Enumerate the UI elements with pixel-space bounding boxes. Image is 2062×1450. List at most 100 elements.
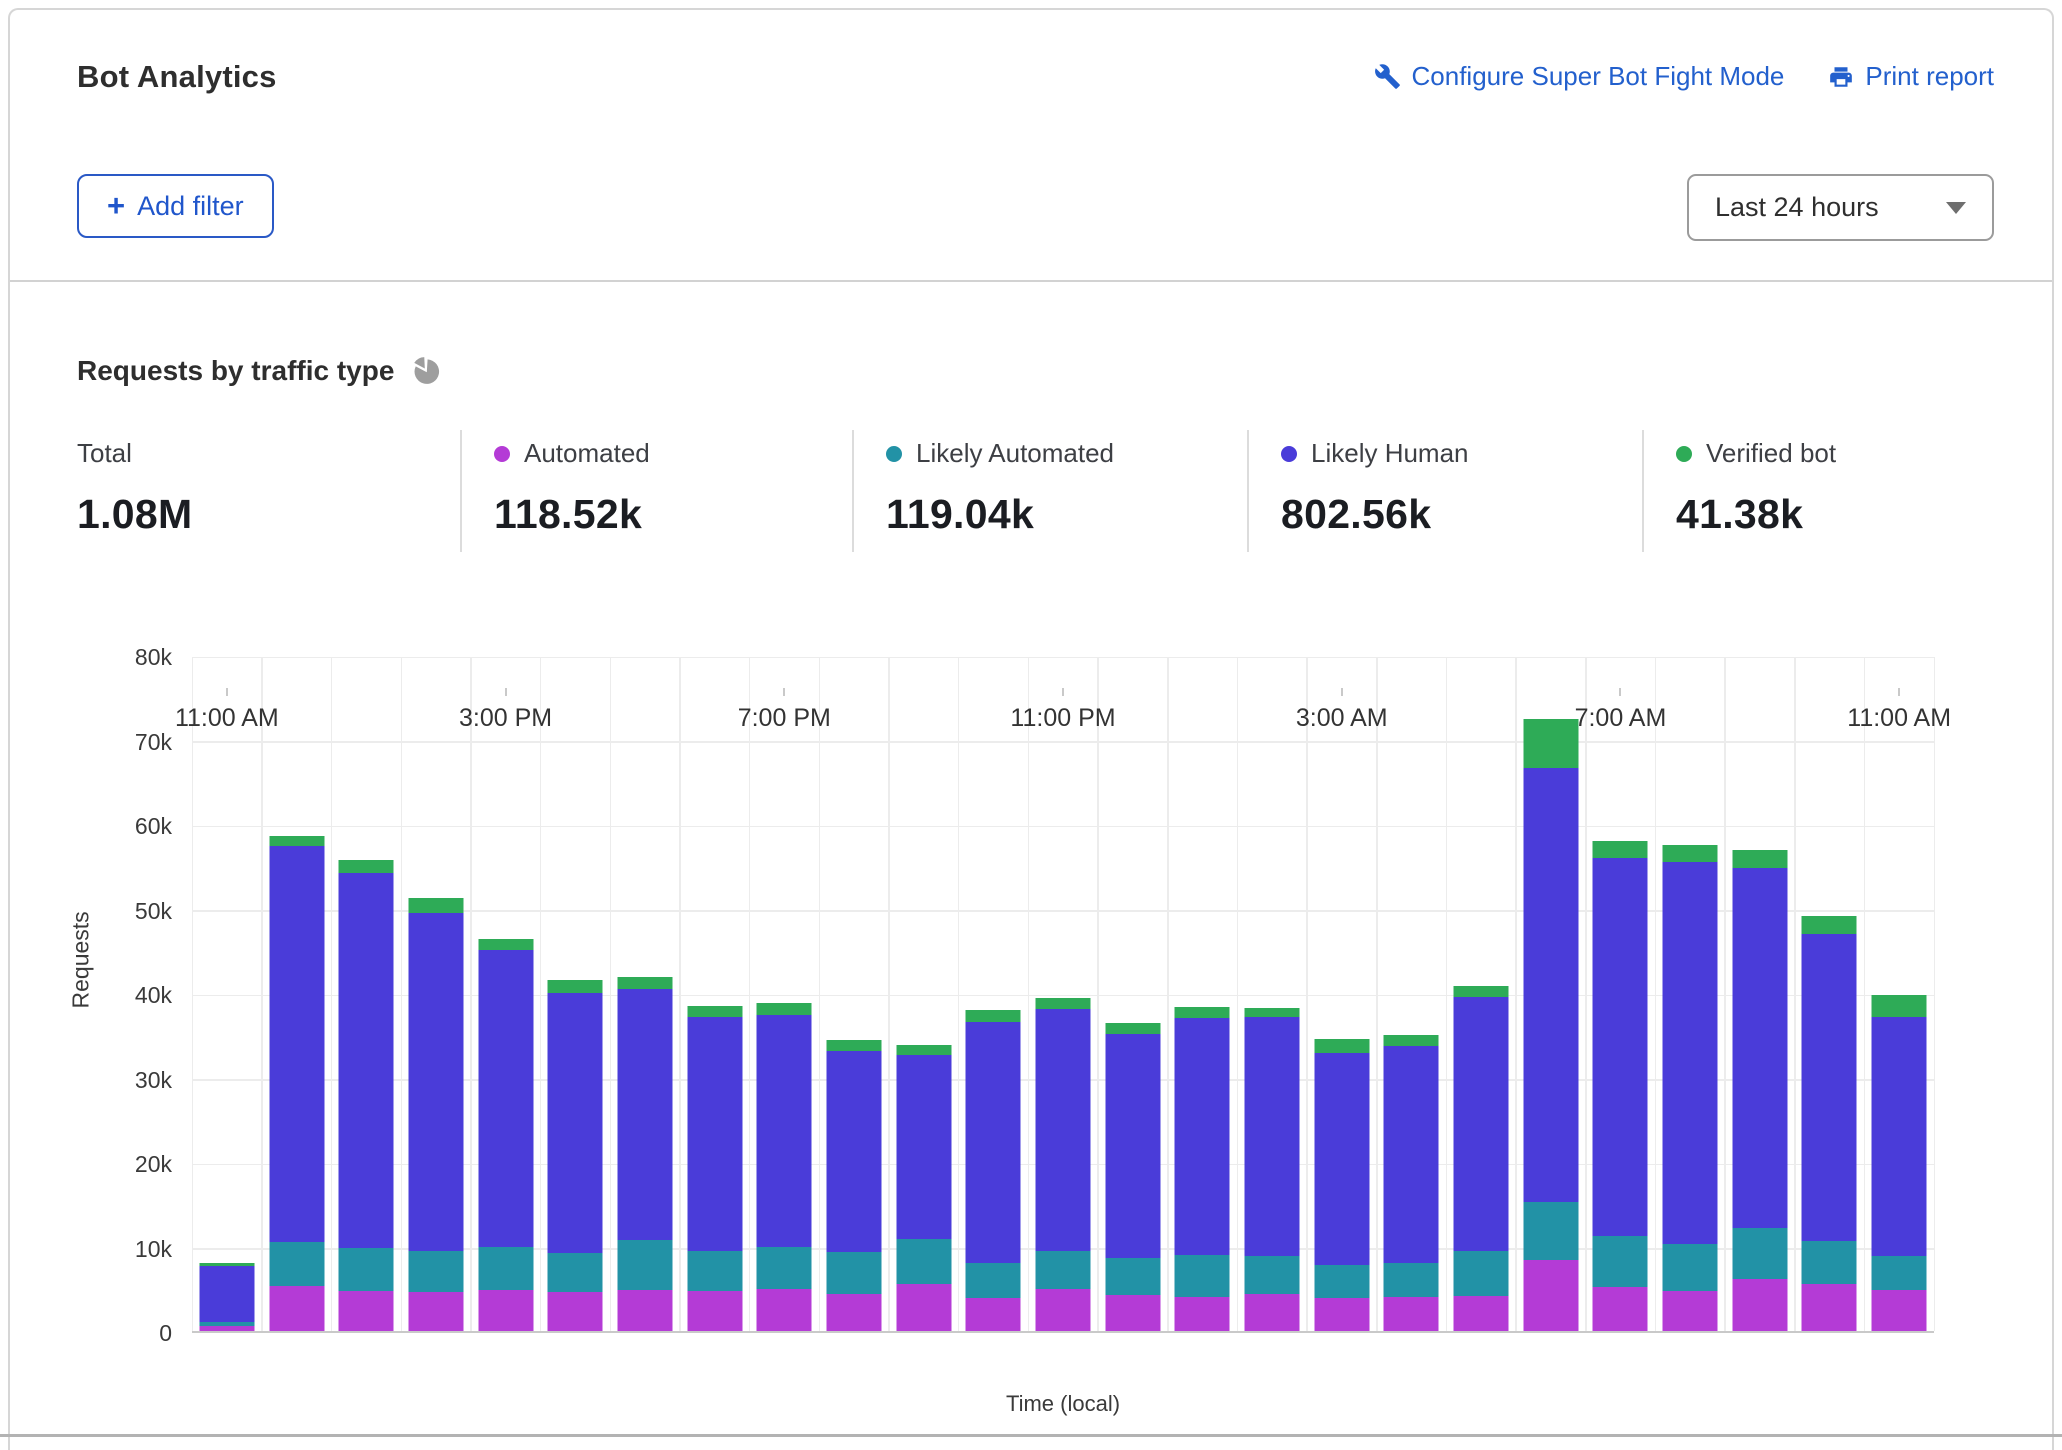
bar-segment-automated — [617, 1290, 672, 1331]
bar-stack — [548, 980, 603, 1331]
bar-stack — [1872, 995, 1927, 1331]
bar-segment-likely-human — [1732, 868, 1787, 1228]
bar-stack — [199, 1263, 254, 1331]
bar-segment-automated — [339, 1291, 394, 1331]
bar-segment-verified-bot — [339, 860, 394, 874]
bar-segment-automated — [826, 1294, 881, 1331]
bar-column[interactable] — [1864, 657, 1934, 1331]
bar-column[interactable] — [1725, 657, 1795, 1331]
bar-column[interactable] — [610, 657, 680, 1331]
bar-stack — [269, 836, 324, 1331]
y-axis-tick-label: 20k — [10, 1151, 172, 1178]
bar-column[interactable] — [1446, 657, 1516, 1331]
bar-stack — [757, 1003, 812, 1331]
bar-segment-verified-bot — [1175, 1007, 1230, 1018]
bar-segment-verified-bot — [1105, 1023, 1160, 1033]
bar-column[interactable] — [749, 657, 819, 1331]
bar-segment-automated — [199, 1326, 254, 1331]
bar-segment-automated — [408, 1292, 463, 1331]
bar-column[interactable] — [958, 657, 1028, 1331]
bar-segment-likely-automated — [1035, 1251, 1090, 1289]
bar-column[interactable] — [1655, 657, 1725, 1331]
bar-segment-automated — [1732, 1279, 1787, 1331]
bar-segment-automated — [548, 1292, 603, 1331]
bar-segment-likely-automated — [1663, 1244, 1718, 1291]
bar-segment-likely-human — [1523, 768, 1578, 1201]
bar-column[interactable] — [401, 657, 471, 1331]
section-bottom-divider — [0, 1434, 2062, 1437]
bar-column[interactable] — [262, 657, 332, 1331]
bar-segment-likely-automated — [1872, 1256, 1927, 1291]
bar-segment-likely-human — [757, 1015, 812, 1247]
bar-segment-verified-bot — [826, 1040, 881, 1051]
bar-column[interactable] — [540, 657, 610, 1331]
x-axis-tick — [1341, 688, 1343, 696]
bar-segment-likely-human — [966, 1022, 1021, 1264]
bar-segment-likely-human — [1175, 1018, 1230, 1255]
bar-segment-likely-human — [1872, 1017, 1927, 1256]
x-axis-tick — [1898, 688, 1900, 696]
bar-segment-likely-automated — [269, 1242, 324, 1286]
bar-segment-verified-bot — [687, 1006, 742, 1017]
bar-column[interactable] — [331, 657, 401, 1331]
bar-segment-likely-automated — [687, 1251, 742, 1292]
bar-column[interactable] — [1168, 657, 1238, 1331]
bar-segment-automated — [478, 1290, 533, 1331]
bar-segment-likely-human — [339, 873, 394, 1248]
bar-column[interactable] — [819, 657, 889, 1331]
bar-column[interactable] — [471, 657, 541, 1331]
bar-column[interactable] — [889, 657, 959, 1331]
bar-segment-likely-automated — [1732, 1228, 1787, 1279]
bar-segment-likely-automated — [896, 1239, 951, 1284]
bar-stack — [1035, 998, 1090, 1331]
bar-segment-likely-human — [1454, 997, 1509, 1251]
bar-stack — [408, 898, 463, 1331]
bar-column[interactable] — [1516, 657, 1586, 1331]
bar-column[interactable] — [680, 657, 750, 1331]
bar-stack — [1593, 841, 1648, 1331]
bar-segment-likely-automated — [1245, 1256, 1300, 1294]
bar-column[interactable] — [1377, 657, 1447, 1331]
bar-segment-verified-bot — [1663, 845, 1718, 862]
y-axis-tick-label: 0 — [10, 1320, 172, 1347]
y-axis-tick-label: 80k — [10, 644, 172, 671]
bar-column[interactable] — [1586, 657, 1656, 1331]
bar-stack — [1732, 850, 1787, 1331]
bar-segment-likely-human — [1663, 862, 1718, 1244]
x-axis-title: Time (local) — [192, 1391, 1934, 1417]
bar-segment-likely-automated — [408, 1251, 463, 1292]
plot-area — [192, 657, 1934, 1333]
bar-segment-automated — [757, 1289, 812, 1331]
bar-segment-likely-human — [548, 993, 603, 1253]
bar-segment-automated — [896, 1284, 951, 1331]
bar-segment-likely-human — [896, 1055, 951, 1239]
bar-segment-automated — [1105, 1295, 1160, 1331]
bar-segment-likely-human — [617, 989, 672, 1240]
y-axis-tick-label: 40k — [10, 982, 172, 1009]
bar-segment-automated — [966, 1298, 1021, 1331]
bar-segment-automated — [1314, 1298, 1369, 1331]
bar-segment-likely-human — [1384, 1046, 1439, 1263]
bar-column[interactable] — [1098, 657, 1168, 1331]
bar-column[interactable] — [1307, 657, 1377, 1331]
bar-segment-verified-bot — [966, 1010, 1021, 1022]
bar-stack — [896, 1045, 951, 1331]
bar-segment-verified-bot — [1245, 1008, 1300, 1016]
x-axis-tick-label: 7:00 PM — [738, 704, 831, 733]
bar-segment-likely-human — [1593, 858, 1648, 1237]
bar-stack — [966, 1010, 1021, 1331]
bar-segment-verified-bot — [757, 1003, 812, 1015]
bar-segment-likely-automated — [478, 1247, 533, 1290]
bar-stack — [1314, 1039, 1369, 1331]
bar-stack — [1384, 1035, 1439, 1331]
bar-segment-automated — [1593, 1287, 1648, 1331]
bar-column[interactable] — [1028, 657, 1098, 1331]
bar-segment-likely-automated — [1523, 1202, 1578, 1260]
bar-stack — [617, 977, 672, 1331]
bar-segment-verified-bot — [1732, 850, 1787, 868]
bar-column[interactable] — [1237, 657, 1307, 1331]
bar-column[interactable] — [192, 657, 262, 1331]
bar-segment-likely-human — [408, 913, 463, 1251]
bar-column[interactable] — [1795, 657, 1865, 1331]
bar-segment-automated — [1175, 1297, 1230, 1331]
